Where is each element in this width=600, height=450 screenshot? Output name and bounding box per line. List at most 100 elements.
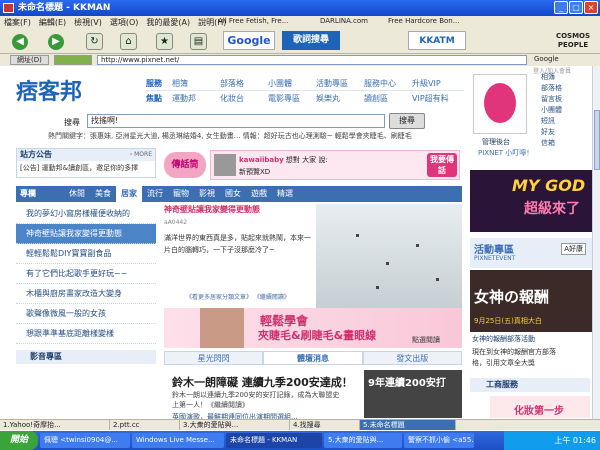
list-item[interactable]: 神奇壁貼讓我家變得更動態: [16, 224, 156, 244]
menu-file[interactable]: 檔案(F): [4, 16, 31, 29]
taskbar-item-active[interactable]: 未命名標題 - KKMAN: [226, 433, 322, 448]
close-button[interactable]: ×: [584, 1, 598, 14]
activity-title[interactable]: 活動專區: [474, 241, 514, 256]
announcement-body[interactable]: [公告] 運動邦&讀創區，邀足你的多擇: [17, 161, 155, 175]
taskbar-item[interactable]: 佩聰 <twinsi0904@...: [40, 433, 130, 448]
lyrics-search-button[interactable]: 歌詞搜尋: [282, 31, 340, 50]
story-image[interactable]: 9年連續200安打: [364, 370, 462, 418]
page-tab[interactable]: 3.大衆的愛貼與...: [180, 420, 290, 430]
url-input[interactable]: http://www.pixnet.net/: [97, 55, 527, 65]
activity-more-button[interactable]: A好康: [561, 243, 586, 255]
kkatm-button[interactable]: KKATM: [408, 31, 466, 50]
article-links[interactable]: 《看更多居家分類文章》 《繼續閱讀》: [186, 292, 290, 301]
back-icon[interactable]: ◀: [12, 34, 28, 50]
list-item[interactable]: 木櫃與廚房畫家改造大變身: [16, 284, 156, 304]
link-mailbox[interactable]: 信箱: [541, 138, 562, 149]
scroll-thumb[interactable]: [594, 110, 600, 170]
article-title[interactable]: 神奇壁貼讓我家變得更動態: [164, 204, 314, 215]
favorites-icon[interactable]: ★: [156, 33, 173, 50]
nav-reading[interactable]: 讀創區: [364, 91, 412, 106]
nav-movies[interactable]: 電影專區: [268, 91, 316, 106]
user-avatar[interactable]: [473, 74, 527, 134]
list-item[interactable]: 歌聲像微風一般的女孩: [16, 304, 156, 324]
maximize-button[interactable]: □: [569, 1, 583, 14]
forward-icon[interactable]: ▶: [48, 34, 64, 50]
list-item[interactable]: 有了它們比起歌手更好玩~~: [16, 264, 156, 284]
bookmark-2[interactable]: DARLINA.com: [320, 14, 388, 29]
taskbar-item[interactable]: 5.大衆的愛貼與...: [324, 433, 402, 448]
link-messages[interactable]: 短訊: [541, 116, 562, 127]
mygod-ad[interactable]: MY GOD 超級來了: [470, 170, 592, 232]
subtab-sports[interactable]: 體壇消息: [263, 351, 363, 365]
message-user[interactable]: kawaiibaby: [239, 156, 284, 164]
tab-girls[interactable]: 國女: [220, 186, 246, 202]
link-blog[interactable]: 部落格: [541, 83, 562, 94]
manage-link[interactable]: 管理後台: [482, 137, 510, 147]
home-icon[interactable]: ⌂: [120, 33, 137, 50]
link-albums[interactable]: 相簿: [541, 72, 562, 83]
bookmark-1[interactable]: All Free Fetish, Fre...: [218, 14, 320, 29]
tab-pets[interactable]: 寵物: [168, 186, 194, 202]
page-tab-active[interactable]: 5.未命名標題: [360, 420, 456, 430]
ad-read-link[interactable]: 點選閱讀: [412, 335, 440, 345]
site-search-input[interactable]: 找搖啊!: [87, 114, 385, 128]
nav-groups[interactable]: 小團體: [268, 76, 316, 90]
list-item[interactable]: 我的夢幻小窩房樣權便收納的: [16, 204, 156, 224]
page-tab[interactable]: 1.Yahoo!奇摩抬...: [0, 420, 110, 430]
clock[interactable]: 上午 01:46: [554, 436, 596, 445]
menu-edit[interactable]: 編輯(E): [39, 16, 66, 29]
google-logo[interactable]: Google: [223, 31, 275, 50]
ad2-caption[interactable]: 女神的報酬部落活動: [472, 334, 590, 344]
nav-events[interactable]: 活動專區: [316, 76, 364, 90]
goddess-ad[interactable]: 女神の報酬 9月25日(五)真相大白: [470, 270, 592, 332]
nav-cat-focus: 焦點: [146, 94, 162, 103]
link-guestbook[interactable]: 留言板: [541, 94, 562, 105]
tab-picks[interactable]: 精選: [272, 186, 298, 202]
search-engine-label[interactable]: Google: [534, 55, 559, 63]
refresh-icon[interactable]: ↻: [86, 33, 103, 50]
tab-leisure[interactable]: 休閒: [64, 186, 90, 202]
nav-vip-extra[interactable]: VIP超有料: [412, 91, 460, 106]
nav-service[interactable]: 服務中心: [364, 76, 412, 90]
announcement-more-link[interactable]: › MORE: [130, 149, 155, 161]
nav-sports[interactable]: 運動邦: [172, 91, 220, 106]
nav-blog[interactable]: 部落格: [220, 76, 268, 90]
story-headline[interactable]: 鈴木一朗障礙 連續九季200安達成！: [172, 374, 353, 390]
print-icon[interactable]: ▤: [190, 33, 207, 50]
address-go-button[interactable]: [54, 55, 92, 65]
service-ad[interactable]: 化妝第一步: [490, 396, 590, 418]
minimize-button[interactable]: _: [554, 1, 568, 14]
taskbar-item[interactable]: Windows Live Messe...: [132, 433, 224, 448]
site-search-button[interactable]: 搜尋: [389, 113, 425, 129]
menu-options[interactable]: 選項(O): [110, 16, 139, 29]
list-item[interactable]: 想跟準準基底距離樣變樣: [16, 324, 156, 344]
nav-albums[interactable]: 相簿: [172, 76, 220, 90]
start-button[interactable]: 開始: [0, 431, 38, 450]
send-message-button[interactable]: 我要傳話: [427, 153, 457, 177]
page-tab[interactable]: 2.ptt.cc: [110, 420, 180, 430]
bookmark-3[interactable]: Free Hardcore Bon...: [388, 14, 486, 29]
subtab-publish[interactable]: 發文出版: [362, 351, 462, 365]
tab-food[interactable]: 美食: [90, 186, 116, 202]
site-logo[interactable]: 痞客邦: [16, 74, 82, 106]
nav-fun[interactable]: 娛樂丸: [316, 91, 364, 106]
page-tab[interactable]: 4.找搜尋: [290, 420, 360, 430]
nav-makeup[interactable]: 化妝台: [220, 91, 268, 106]
article-photo[interactable]: [316, 204, 462, 310]
tab-film[interactable]: 影視: [194, 186, 220, 202]
tab-home[interactable]: 居家: [116, 186, 142, 202]
subtab-stars[interactable]: 星光閃閃: [164, 351, 264, 365]
link-friends[interactable]: 好友: [541, 127, 562, 138]
taskbar-item[interactable]: 警察不抓小偷 <a55...: [404, 433, 474, 448]
tab-fashion[interactable]: 流行: [142, 186, 168, 202]
menu-view[interactable]: 檢視(V): [74, 16, 102, 29]
lash-ad-banner[interactable]: 輕鬆學會 夾睫毛&刷睫毛&畫眼線 點選閱讀: [164, 308, 462, 348]
link-groups[interactable]: 小團體: [541, 105, 562, 116]
tab-games[interactable]: 遊戲: [246, 186, 272, 202]
ad2-date: 9月25日(五)真相大白: [474, 317, 542, 325]
hot-keywords[interactable]: 熱門關鍵字：張惠妹, 亞洲星光大道, 楊丞琳結婚4, 女生動畫... 情報：超好…: [48, 131, 458, 141]
list-item[interactable]: 輕輕鬆鬆DIY寶寶副食品: [16, 244, 156, 264]
nav-vip[interactable]: 升級VIP: [412, 76, 460, 90]
menu-favorites[interactable]: 我的最愛(A): [146, 16, 190, 29]
page-scrollbar[interactable]: [592, 66, 600, 419]
